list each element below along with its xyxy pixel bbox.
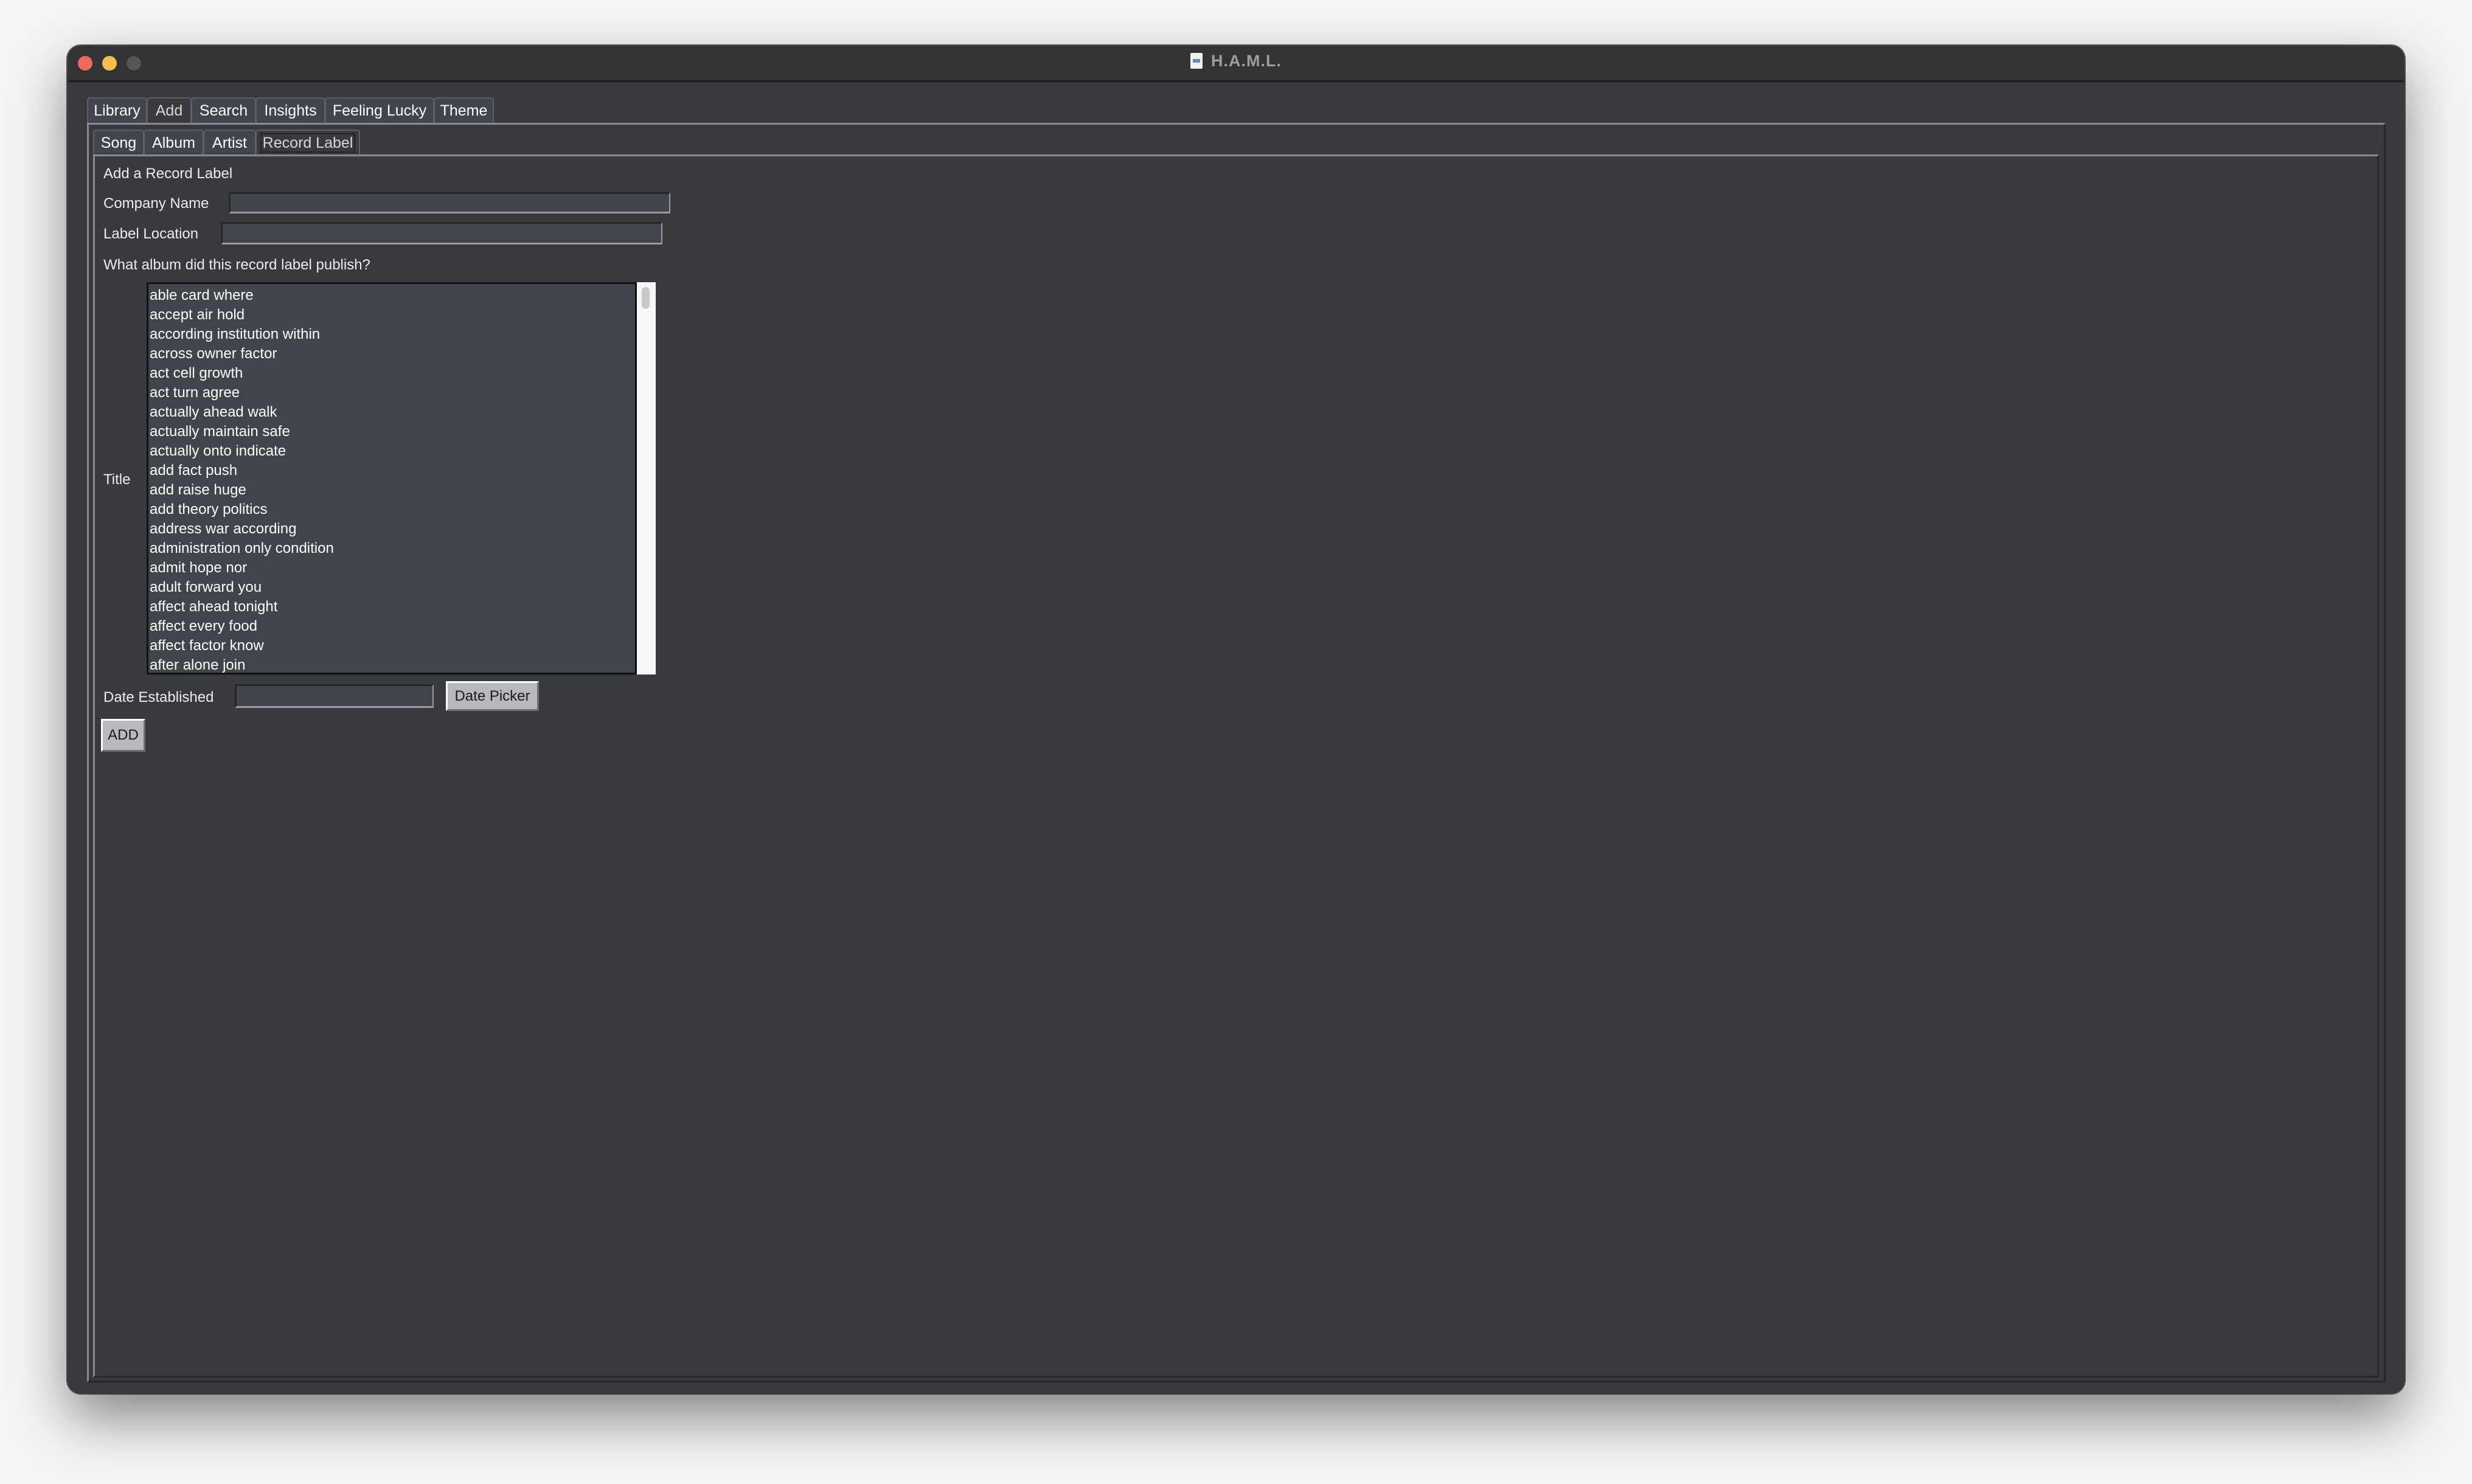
list-item[interactable]: act turn agree: [148, 383, 635, 403]
document-icon: [1190, 53, 1203, 69]
app-window: H.A.M.L. Library Add Search Insights Fee…: [68, 46, 2404, 1393]
album-list-scrollbar[interactable]: [637, 282, 656, 674]
list-item[interactable]: add fact push: [148, 461, 635, 480]
list-item[interactable]: actually maintain safe: [148, 422, 635, 442]
tab-label: Record Label: [260, 133, 356, 153]
tab-label: Theme: [440, 102, 488, 119]
title-label: Title: [103, 471, 131, 488]
tab-search[interactable]: Search: [191, 97, 256, 123]
tab-label: Artist: [212, 134, 247, 151]
tab-label: Album: [152, 134, 195, 151]
list-item[interactable]: admit hope nor: [148, 558, 635, 578]
subtab-artist[interactable]: Artist: [203, 130, 256, 155]
subtab-record-label[interactable]: Record Label: [255, 130, 360, 155]
list-item[interactable]: affect every food: [148, 617, 635, 636]
tab-label: Add: [155, 102, 183, 119]
date-established-label: Date Established: [103, 689, 214, 706]
label-location-input[interactable]: [221, 222, 662, 244]
list-item[interactable]: accept air hold: [148, 305, 635, 325]
list-item[interactable]: add raise huge: [148, 480, 635, 500]
subtab-album[interactable]: Album: [144, 130, 204, 155]
list-item[interactable]: across owner factor: [148, 344, 635, 364]
list-item[interactable]: act cell growth: [148, 364, 635, 383]
tab-add[interactable]: Add: [147, 97, 192, 123]
tab-feeling-lucky[interactable]: Feeling Lucky: [325, 97, 434, 123]
tab-label: Song: [100, 134, 137, 151]
company-name-label: Company Name: [103, 195, 209, 212]
album-question-label: What album did this record label publish…: [103, 257, 370, 273]
list-item[interactable]: able card where: [148, 286, 635, 305]
list-item[interactable]: administration only condition: [148, 539, 635, 558]
label-location-label: Label Location: [103, 226, 199, 242]
tab-label: Insights: [264, 102, 317, 119]
tab-label: Search: [199, 102, 248, 119]
window-title-text: H.A.M.L.: [1211, 52, 1282, 70]
list-item[interactable]: according institution within: [148, 325, 635, 344]
list-item[interactable]: affect factor know: [148, 636, 635, 656]
list-item[interactable]: actually ahead walk: [148, 403, 635, 422]
list-item[interactable]: after alone join: [148, 656, 635, 673]
date-established-input[interactable]: [235, 684, 434, 708]
form-heading: Add a Record Label: [103, 165, 233, 182]
list-item[interactable]: actually onto indicate: [148, 442, 635, 461]
tab-label: Library: [94, 102, 141, 119]
tab-theme[interactable]: Theme: [434, 97, 494, 123]
company-name-input[interactable]: [229, 192, 670, 213]
tab-label: Feeling Lucky: [332, 102, 427, 119]
album-title-listbox[interactable]: able card where accept air hold accordin…: [147, 282, 637, 674]
tab-library[interactable]: Library: [87, 97, 147, 123]
list-item[interactable]: adult forward you: [148, 578, 635, 597]
add-button[interactable]: ADD: [101, 719, 145, 752]
window-title: H.A.M.L.: [68, 52, 2404, 71]
list-item[interactable]: add theory politics: [148, 500, 635, 519]
title-bar: H.A.M.L.: [68, 46, 2404, 82]
subtab-song[interactable]: Song: [93, 130, 144, 155]
scrollbar-thumb[interactable]: [642, 287, 650, 309]
list-item[interactable]: affect ahead tonight: [148, 597, 635, 617]
date-picker-button[interactable]: Date Picker: [446, 681, 539, 711]
list-item[interactable]: address war according: [148, 519, 635, 539]
tab-insights[interactable]: Insights: [255, 97, 325, 123]
